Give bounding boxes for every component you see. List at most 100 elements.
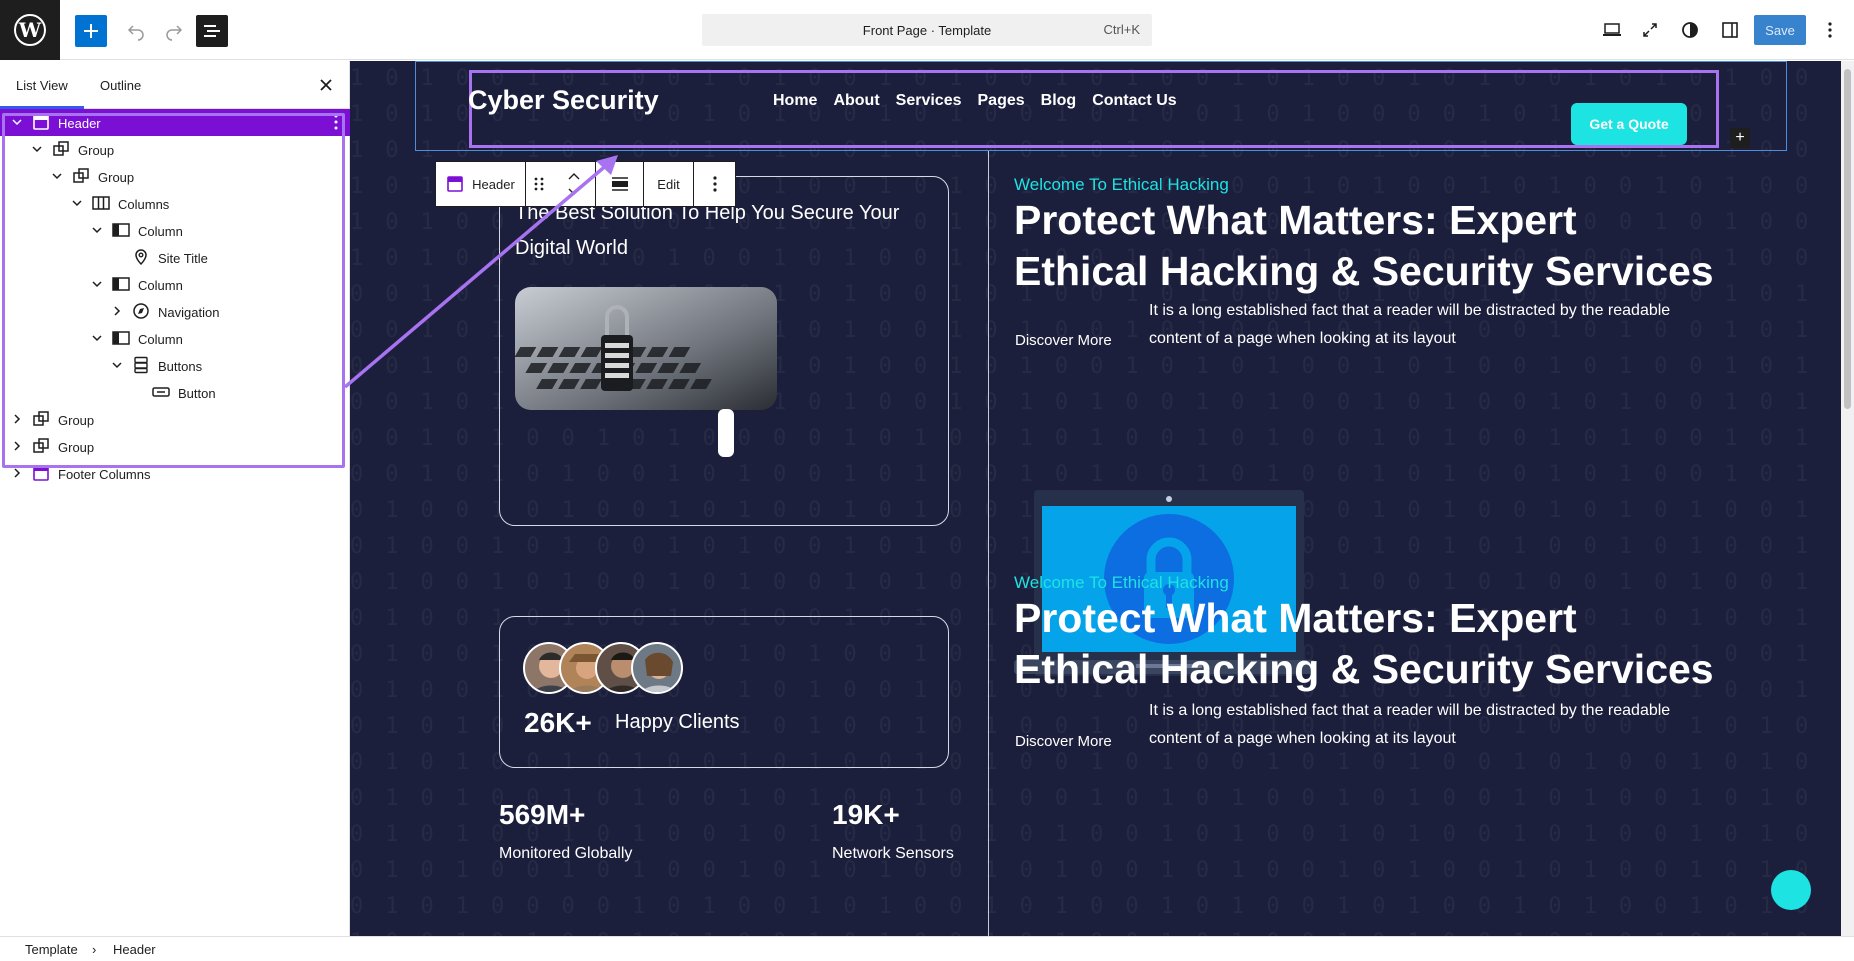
tree-item-label: Columns — [118, 197, 170, 212]
save-button[interactable]: Save — [1754, 15, 1806, 45]
command-palette-bar[interactable]: Front Page · Template Ctrl+K — [702, 14, 1152, 46]
nav-item-blog[interactable]: Blog — [1041, 92, 1077, 110]
navigation-menu: Home About Services Pages Blog Contact U… — [773, 92, 1177, 110]
sidebar-icon — [1722, 22, 1738, 38]
breadcrumb-separator-icon: › — [92, 942, 97, 957]
nav-item-contact[interactable]: Contact Us — [1092, 92, 1176, 110]
nav-item-about[interactable]: About — [833, 92, 879, 110]
close-sidebar-button[interactable] — [316, 75, 336, 95]
block-type-switcher[interactable]: Header — [436, 162, 526, 206]
chevron-down-icon[interactable] — [70, 196, 84, 210]
wordpress-logo-button[interactable]: W — [0, 0, 60, 60]
tree-item-footer-columns[interactable]: Footer Columns — [0, 460, 350, 487]
undo-icon — [127, 25, 144, 41]
chevron-down-icon[interactable] — [110, 358, 124, 372]
chevron-right-icon[interactable] — [10, 412, 24, 426]
wordpress-logo-icon: W — [14, 14, 46, 46]
redo-button[interactable] — [158, 15, 190, 47]
chevron-down-icon[interactable] — [90, 223, 104, 237]
group-icon — [32, 437, 50, 455]
chevron-down-icon[interactable] — [90, 277, 104, 291]
template-part-icon — [32, 113, 50, 131]
breadcrumb-header[interactable]: Header — [113, 942, 156, 957]
hero-description: It is a long established fact that a rea… — [1149, 302, 1671, 347]
document-overview-button[interactable] — [196, 15, 228, 47]
tree-item-group[interactable]: Group — [0, 163, 350, 190]
tree-item-label: Buttons — [158, 359, 203, 374]
discover-more-link-2[interactable]: Discover More — [1015, 733, 1112, 750]
fullscreen-button[interactable] — [1634, 14, 1666, 46]
scrollbar-thumb[interactable] — [1844, 69, 1851, 409]
drag-handle-icon — [534, 177, 544, 191]
tree-item-group[interactable]: Group — [0, 433, 350, 460]
drag-handle[interactable] — [526, 162, 552, 206]
edit-button[interactable]: Edit — [644, 162, 694, 206]
button-icon — [152, 383, 170, 401]
chevron-right-icon[interactable] — [110, 304, 124, 318]
tab-outline[interactable]: Outline — [100, 61, 141, 109]
command-shortcut: Ctrl+K — [1103, 22, 1140, 37]
column-icon — [112, 275, 130, 293]
chevron-down-icon[interactable] — [10, 115, 24, 129]
more-vertical-icon[interactable] — [334, 114, 338, 130]
tree-item-group[interactable]: Group — [0, 136, 350, 163]
add-block-button[interactable] — [75, 15, 107, 47]
chevron-down-icon[interactable] — [50, 169, 64, 183]
chevron-right-icon[interactable] — [10, 466, 24, 480]
list-view-icon — [204, 25, 220, 37]
add-block-after-button[interactable]: + — [1730, 128, 1750, 148]
nav-item-services[interactable]: Services — [896, 92, 962, 110]
stat-label: Network Sensors — [832, 845, 954, 862]
tree-item-label: Column — [138, 278, 183, 293]
site-header[interactable]: Cyber Security Home About Services Pages… — [468, 71, 1722, 129]
tree-item-button[interactable]: Button — [0, 379, 350, 406]
tree-item-column[interactable]: Column — [0, 217, 350, 244]
chevron-down-icon[interactable] — [30, 142, 44, 156]
nav-item-home[interactable]: Home — [773, 92, 817, 110]
block-options-button[interactable] — [694, 162, 735, 206]
compass-icon — [132, 302, 150, 320]
slider-handle[interactable] — [718, 409, 734, 457]
tree-item-column[interactable]: Column — [0, 325, 350, 352]
tree-item-label: Site Title — [158, 251, 208, 266]
tree-item-header[interactable]: Header — [0, 109, 350, 136]
undo-button[interactable] — [120, 15, 152, 47]
breadcrumb-template[interactable]: Template — [25, 942, 78, 957]
client-avatar — [631, 642, 683, 694]
stat-value: 569M+ — [499, 799, 586, 830]
chat-button[interactable] — [1771, 870, 1811, 910]
get-a-quote-button[interactable]: Get a Quote — [1571, 103, 1687, 145]
tree-item-navigation[interactable]: Navigation — [0, 298, 350, 325]
canvas-scrollbar[interactable] — [1841, 61, 1854, 936]
device-preview-button[interactable] — [1596, 14, 1628, 46]
tree-item-label: Group — [78, 143, 115, 158]
column-divider — [988, 151, 989, 936]
nav-item-pages[interactable]: Pages — [978, 92, 1025, 110]
align-button[interactable] — [596, 162, 644, 206]
tree-item-label: Column — [138, 224, 183, 239]
tab-list-view[interactable]: List View — [16, 61, 68, 109]
block-toolbar-label: Header — [472, 176, 515, 192]
columns-icon — [92, 194, 110, 212]
tree-item-label: Group — [98, 170, 135, 185]
move-up-down-buttons[interactable] — [552, 162, 596, 206]
tree-item-columns[interactable]: Columns — [0, 190, 350, 217]
discover-more-link[interactable]: Discover More — [1015, 332, 1112, 349]
tree-item-site-title[interactable]: Site Title — [0, 244, 350, 271]
tree-item-column[interactable]: Column — [0, 271, 350, 298]
tree-item-group[interactable]: Group — [0, 406, 350, 433]
chevron-down-icon[interactable] — [90, 331, 104, 345]
padlock-keyboard-image — [515, 287, 777, 410]
chevron-right-icon[interactable] — [10, 439, 24, 453]
block-breadcrumb: Template › Header — [0, 936, 1854, 961]
settings-panel-button[interactable] — [1714, 14, 1746, 46]
styles-button[interactable] — [1674, 14, 1706, 46]
list-view-sidebar: List View Outline Header Group Group Column… — [0, 61, 350, 936]
options-button[interactable] — [1816, 14, 1844, 46]
group-icon — [32, 410, 50, 428]
tree-item-buttons[interactable]: Buttons — [0, 352, 350, 379]
buttons-icon — [132, 356, 150, 374]
site-title[interactable]: Cyber Security — [468, 85, 659, 116]
tree-item-label: Group — [58, 413, 95, 428]
chevron-down-icon — [568, 188, 579, 195]
